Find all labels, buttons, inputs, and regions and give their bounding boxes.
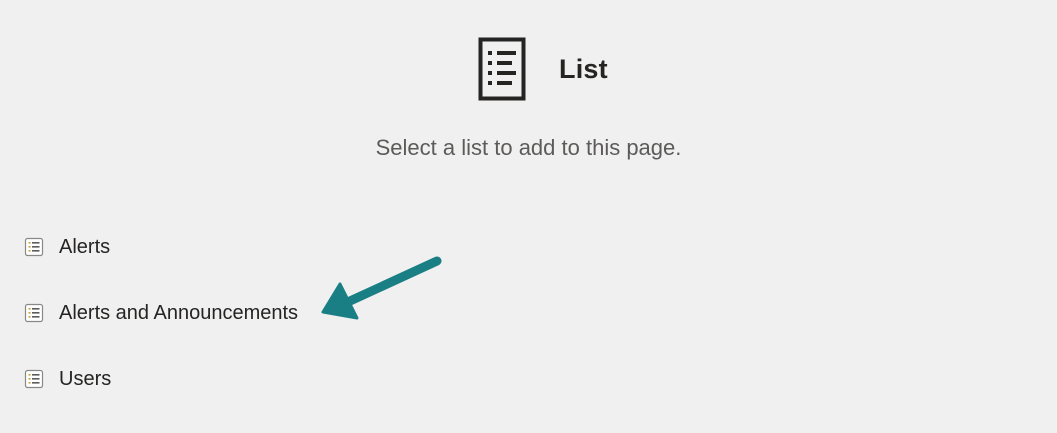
list-item-users[interactable]: Users xyxy=(24,362,298,396)
list-item-alerts-and-announcements[interactable]: Alerts and Announcements xyxy=(24,296,298,330)
list-item-alerts[interactable]: Alerts xyxy=(24,230,298,264)
list-item-label: Users xyxy=(59,367,112,390)
list-icon xyxy=(24,369,44,389)
list-picker-header: List xyxy=(478,37,608,101)
list-document-icon xyxy=(478,37,526,101)
page-title: List xyxy=(559,53,608,84)
instruction-text: Select a list to add to this page. xyxy=(375,135,682,160)
list-item-label: Alerts and Announcements xyxy=(59,301,299,324)
list-icon xyxy=(24,237,44,257)
list-icon xyxy=(24,303,44,323)
list-options: Alerts Alerts and Announcements Users xyxy=(24,230,298,428)
list-item-label: Alerts xyxy=(59,235,111,258)
